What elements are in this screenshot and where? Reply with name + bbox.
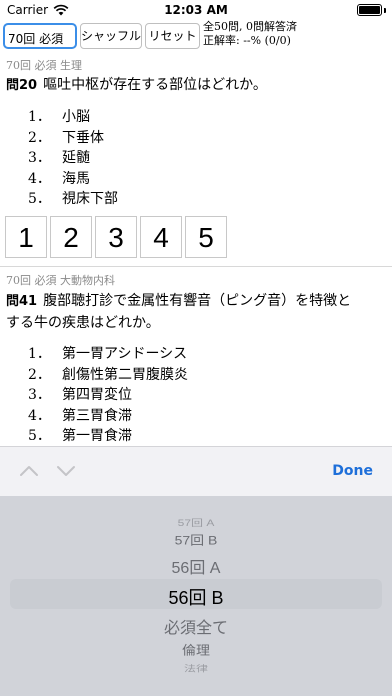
answer-button-4[interactable]: 4: [140, 216, 182, 258]
choice-list: 1． 小脳 2． 下垂体 3． 延髄 4． 海馬 5． 視床下部: [28, 106, 118, 209]
choice-item: 1． 小脳: [28, 106, 118, 127]
choice-text: 第一胃アシドーシス: [62, 346, 188, 362]
choice-item: 2． 下垂体: [28, 127, 118, 148]
question-divider: [0, 266, 392, 267]
choice-item: 1． 第一胃アシドーシス: [28, 343, 188, 364]
shuffle-button[interactable]: シャッフル: [80, 23, 142, 49]
choice-number: 1．: [28, 109, 51, 125]
choice-text: 第一胃食滞: [62, 428, 132, 444]
status-time: 12:03 AM: [164, 3, 228, 17]
choice-number: 5．: [28, 428, 51, 444]
score-summary: 全50問, 0問解答済 正解率: --% (0/0): [203, 20, 297, 48]
choice-text: 第四胃変位: [62, 387, 132, 403]
picker-item[interactable]: 倫理: [0, 641, 392, 659]
choice-text: 海馬: [62, 170, 90, 187]
question-meta: 70回 必須 生理: [6, 59, 82, 72]
question-text: 問41 腹部聴打診で金属性有響音（ピング音）を特徴と: [6, 290, 386, 313]
score-accuracy: 正解率: --% (0/0): [203, 34, 291, 47]
battery-icon: [357, 4, 382, 16]
reset-button[interactable]: リセット: [145, 23, 200, 49]
question-text-continued: する牛の疾患はどれか。: [6, 315, 160, 331]
score-progress: 全50問, 0問解答済: [203, 20, 297, 33]
answer-buttons: 1 2 3 4 5: [5, 216, 227, 258]
exam-set-field[interactable]: 70回 必須: [3, 23, 77, 49]
choice-text: 延髄: [62, 150, 90, 166]
choice-number: 5．: [28, 191, 51, 207]
choice-item: 3． 第四胃変位: [28, 384, 188, 405]
choice-item: 5． 視床下部: [28, 188, 118, 209]
answer-button-1[interactable]: 1: [5, 216, 47, 258]
choice-item: 2． 創傷性第二胃腹膜炎: [28, 364, 188, 385]
choice-number: 2．: [28, 129, 51, 146]
choice-item: 4． 海馬: [28, 168, 118, 189]
choice-item: 5． 第一胃食滞: [28, 425, 188, 446]
choice-text: 第三胃食滞: [62, 407, 132, 424]
question-text-line: 嘔吐中枢が存在する部位はどれか。: [43, 77, 267, 93]
question-text-line: 腹部聴打診で金属性有響音（ピング音）を特徴と: [43, 293, 352, 309]
answer-button-3[interactable]: 3: [95, 216, 137, 258]
choice-list: 1． 第一胃アシドーシス 2． 創傷性第二胃腹膜炎 3． 第四胃変位 4． 第三胃食滞 …: [28, 343, 188, 446]
picker-item[interactable]: 57回 B: [0, 531, 392, 549]
keyboard-accessory-bar: Done: [0, 446, 392, 496]
question-number: 問41: [6, 294, 38, 309]
chevron-up-icon[interactable]: [18, 460, 40, 482]
choice-text: 創傷性第二胃腹膜炎: [62, 366, 188, 383]
picker-item[interactable]: 56回 A: [0, 554, 392, 578]
picker-item-selected[interactable]: 56回 B: [0, 584, 392, 610]
choice-text: 小脳: [62, 109, 90, 125]
choice-text: 視床下部: [62, 191, 118, 207]
battery-cap: [384, 8, 386, 13]
exam-set-picker[interactable]: 57回 A 57回 B 56回 A 56回 B 必須全て 倫理 法律: [0, 496, 392, 696]
question-text: 問20 嘔吐中枢が存在する部位はどれか。: [6, 74, 386, 97]
choice-item: 4． 第三胃食滞: [28, 405, 188, 426]
choice-number: 3．: [28, 150, 51, 166]
choice-number: 3．: [28, 387, 51, 403]
picker-item[interactable]: 必須全て: [0, 614, 392, 638]
answer-button-5[interactable]: 5: [185, 216, 227, 258]
choice-number: 2．: [28, 366, 51, 383]
choice-number: 4．: [28, 170, 51, 187]
done-button[interactable]: Done: [332, 463, 373, 479]
choice-text: 下垂体: [62, 129, 104, 146]
question-meta: 70回 必須 大動物内科: [6, 274, 115, 287]
chevron-down-icon[interactable]: [55, 460, 77, 482]
choice-number: 4．: [28, 407, 51, 424]
choice-number: 1．: [28, 346, 51, 362]
status-bar: Carrier 12:03 AM: [0, 0, 392, 20]
answer-button-2[interactable]: 2: [50, 216, 92, 258]
toolbar: 70回 必須 シャッフル リセット 全50問, 0問解答済 正解率: --% (…: [0, 20, 392, 50]
question-number: 問20: [6, 78, 38, 93]
picker-item[interactable]: 法律: [0, 663, 392, 675]
picker-item[interactable]: 57回 A: [0, 516, 392, 529]
choice-item: 3． 延髄: [28, 147, 118, 168]
